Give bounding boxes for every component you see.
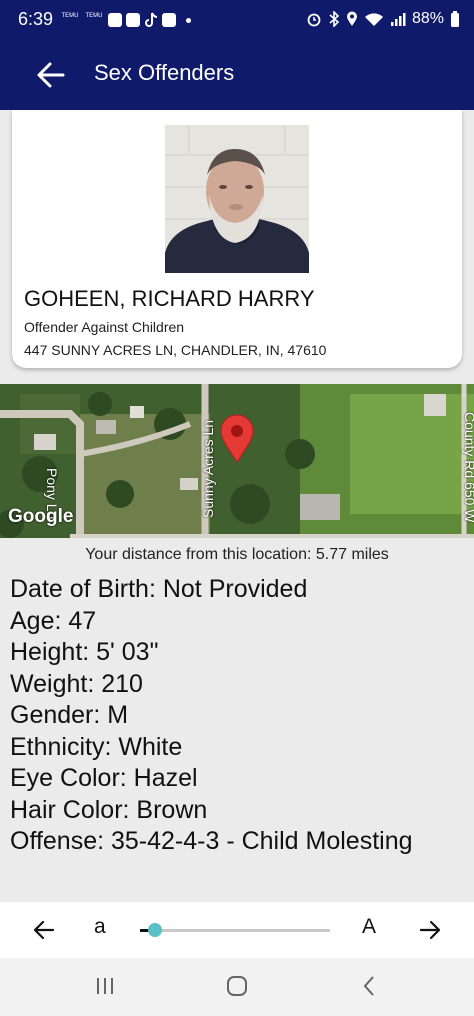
road-label-county-rd: County Rd 650 W (462, 412, 474, 523)
detail-gender: Gender: M (10, 701, 129, 729)
offender-photo (165, 125, 309, 273)
alarm-icon (307, 13, 321, 27)
status-time: 6:39 (18, 9, 54, 29)
detail-eye-color: Eye Color: Hazel (10, 764, 198, 792)
news-icon (108, 13, 122, 27)
offender-type: Offender Against Children (24, 319, 185, 335)
signal-icon (390, 13, 406, 26)
detail-age: Age: 47 (10, 606, 97, 635)
notification-icons: TEMU TEMU (60, 12, 191, 28)
detail-weight: Weight: 210 (10, 669, 143, 698)
home-icon[interactable] (225, 974, 249, 998)
text-size-large-label[interactable]: A (362, 915, 376, 939)
detail-hair-color: Hair Color: Brown (10, 795, 208, 824)
bluetooth-icon (329, 11, 340, 27)
road-label-sunny-acres: Sunny Acres Ln (200, 419, 216, 518)
arrow-left-icon[interactable] (34, 58, 68, 92)
detail-ethnicity: Ethnicity: White (10, 732, 183, 761)
offender-details: Date of Birth: Not Provided Age: 47 Heig… (10, 574, 413, 858)
dot-icon (186, 17, 191, 23)
bottom-toolbar: a A (0, 902, 474, 958)
status-right: 88% (306, 10, 460, 28)
battery-percent: 88% (411, 10, 444, 27)
news-icon (126, 13, 140, 27)
location-map[interactable]: Pony Ln Sunny Acres Ln County Rd 650 W G… (0, 384, 474, 538)
location-icon (346, 11, 357, 26)
text-size-slider[interactable] (140, 923, 330, 937)
slider-track (140, 929, 330, 932)
status-bar: 6:39 TEMU TEMU 88% (0, 0, 474, 40)
tiktok-icon (145, 12, 158, 27)
detail-height: Height: 5' 03" (10, 638, 159, 666)
detail-offense: Offense: 35-42-4-3 - Child Molesting (10, 827, 413, 855)
map-pin-icon[interactable] (219, 414, 255, 464)
back-icon[interactable] (358, 974, 382, 998)
distance-text: Your distance from this location: 5.77 m… (85, 546, 389, 563)
page-title: Sex Offenders (94, 60, 235, 85)
google-logo: Google (8, 506, 74, 527)
recent-apps-icon[interactable] (93, 974, 117, 998)
offender-name: GOHEEN, RICHARD HARRY (24, 286, 315, 311)
detail-dob: Date of Birth: Not Provided (10, 575, 308, 603)
battery-icon (451, 10, 459, 27)
slider-thumb[interactable] (148, 923, 162, 937)
offender-card: GOHEEN, RICHARD HARRY Offender Against C… (12, 110, 462, 368)
temu-icon: TEMU (61, 13, 79, 19)
arrow-left-icon[interactable] (32, 918, 56, 942)
text-size-small-label[interactable]: a (94, 915, 106, 939)
temu-icon: TEMU (85, 13, 103, 19)
arrow-right-icon[interactable] (418, 918, 442, 942)
wifi-icon (364, 13, 383, 26)
system-nav-bar (0, 958, 474, 1016)
news-icon (162, 13, 176, 27)
app-bar: Sex Offenders (0, 40, 474, 110)
offender-address: 447 SUNNY ACRES LN, CHANDLER, IN, 47610 (24, 342, 327, 358)
